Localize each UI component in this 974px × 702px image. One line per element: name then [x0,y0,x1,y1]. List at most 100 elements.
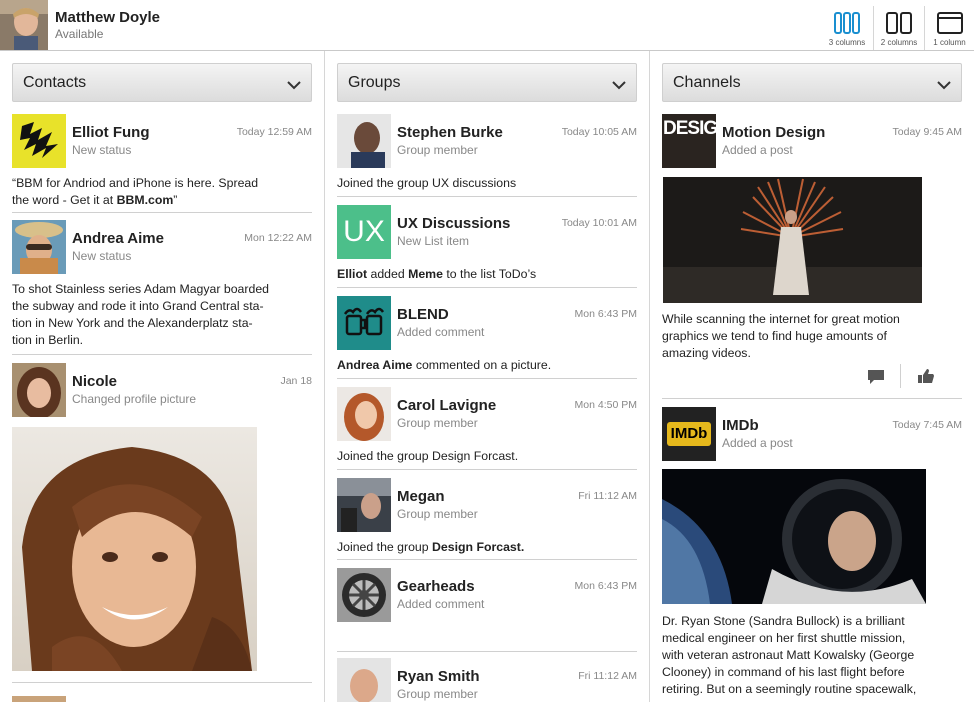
channel-subtitle: Added a post [722,436,793,450]
groups-header-dropdown[interactable]: Groups [337,63,637,102]
imdb-thumb: IMDb [662,407,716,461]
channel-item-imdb[interactable]: IMDb IMDb Added a post Today 7:45 AM Dr.… [662,407,962,702]
group-item-megan[interactable]: Megan Group member Fri 11:12 AM Joined t… [337,478,637,558]
group-link[interactable]: Design Forcast. [432,540,524,554]
group-item-ryan-smith[interactable]: Ryan Smith Group member Fri 11:12 AM [337,658,637,702]
status-text-part: ” [173,193,178,207]
member-subtitle: Group member [397,143,478,157]
activity-text: Elliot added Meme to the list ToDo’s [337,266,536,283]
group-item-ux-discussions[interactable]: UX UX Discussions New List item Today 10… [337,205,637,285]
group-name: UX Discussions [397,215,511,232]
status-text-part: the word - Get it at [12,193,117,207]
group-item-stephen-burke[interactable]: Stephen Burke Group member Today 10:05 A… [337,114,637,194]
divider [337,196,637,197]
contact-subtitle: Changed profile picture [72,392,197,406]
post-text: While scanning the internet for great mo… [662,311,900,362]
contact-name: Andrea Aime [72,230,164,247]
channel-item-motion-design[interactable]: DESIG Motion Design Added a post Today 9… [662,114,962,394]
view-1-column-button[interactable]: 1 column [925,0,974,50]
timestamp: Today 9:45 AM [892,126,962,138]
contact-item-andrea-aime[interactable]: Andrea Aime New status Mon 12:22 AM To s… [12,220,312,350]
channels-title: Channels [673,74,741,91]
timestamp: Today 12:59 AM [236,126,312,138]
activity-text: Andrea Aime commented on a picture. [337,357,551,374]
timestamp: Mon 4:50 PM [574,399,637,411]
post-line: medical engineer on her first shuttle mi… [662,631,906,645]
divider [337,469,637,470]
status-line: “BBM for Andriod and iPhone is here. Spr… [12,176,259,190]
status-line: the subway and rode it into Grand Centra… [12,299,264,313]
ux-discussions-thumb: UX [337,205,391,259]
post-image[interactable] [663,177,922,303]
carol-lavigne-avatar [337,387,391,441]
profile-picture[interactable] [12,427,257,671]
status-text: “BBM for Andriod and iPhone is here. Spr… [12,175,258,209]
post-image[interactable] [662,469,926,604]
status-line: tion in New York and the Alexanderplatz … [12,316,253,330]
timestamp: Today 10:01 AM [561,217,637,229]
post-line: retiring. But on a seemingly routine spa… [662,682,917,696]
groups-column: Groups Stephen Burke Group member Today … [337,51,637,702]
group-item-blend[interactable]: BLEND Added comment Mon 6:43 PM Andrea A… [337,296,637,376]
activity-text: Joined the group Design Forcast. [337,449,519,463]
contacts-column: Contacts Elliot Fung New status Today 12… [12,51,312,702]
megan-avatar [337,478,391,532]
member-name: Stephen Burke [397,124,503,141]
item-name[interactable]: Meme [408,267,443,281]
activity-text-part: commented on a picture. [412,358,552,372]
group-subtitle: Added comment [397,325,485,339]
divider [12,212,312,213]
timestamp: Fri 11:12 AM [578,490,637,502]
contact-subtitle: New status [72,143,132,157]
contacts-header-dropdown[interactable]: Contacts [12,63,312,102]
one-column-icon [936,12,963,39]
group-item-carol-lavigne[interactable]: Carol Lavigne Group member Mon 4:50 PM J… [337,387,637,467]
view-2-columns-button[interactable]: 2 columns [874,0,924,50]
member-subtitle: Group member [397,687,478,701]
post-line: Dr. Ryan Stone (Sandra Bullock) is a bri… [662,614,905,628]
elliot-fung-avatar [12,114,66,168]
stephen-burke-avatar [337,114,391,168]
post-line: While scanning the internet for great mo… [662,312,900,326]
three-columns-icon [834,12,860,39]
activity-text: Joined the group Design Forcast. [337,539,524,556]
bbm-link[interactable]: BBM.com [117,193,174,207]
divider [900,364,901,388]
view-2-columns-label: 2 columns [880,38,918,47]
gearheads-thumb [337,568,391,622]
user-avatar[interactable] [0,0,48,50]
user-status[interactable]: Available [55,27,103,41]
column-divider [649,51,650,702]
view-3-columns-button[interactable]: 3 columns [822,0,872,50]
contact-name: Elliot Fung [72,124,150,141]
chevron-down-icon [937,77,951,95]
blend-thumb [337,296,391,350]
actor-name[interactable]: Elliot [337,267,367,281]
activity-text: Joined the group UX discussions [337,176,517,190]
contact-item-nicole[interactable]: Nicole Changed profile picture Jan 18 [12,363,312,693]
thumb-text: DESIG [663,118,716,139]
groups-title: Groups [348,74,401,91]
chevron-down-icon [612,77,626,95]
group-item-gearheads[interactable]: Gearheads Added comment Mon 6:43 PM [337,568,637,648]
comment-icon[interactable] [867,369,885,390]
status-line: To shot Stainless series Adam Magyar boa… [12,282,270,296]
member-subtitle: Group member [397,416,478,430]
timestamp: Today 7:45 AM [892,419,962,431]
timestamp: Mon 6:43 PM [574,580,637,592]
actor-name[interactable]: Andrea Aime [337,358,412,372]
timestamp: Fri 11:12 AM [578,670,637,682]
status-line: tion in Berlin. [12,333,84,347]
channel-name: Motion Design [722,124,826,141]
view-1-column-label: 1 column [933,38,966,47]
contact-item-elliot-fung[interactable]: Elliot Fung New status Today 12:59 AM “B… [12,114,312,214]
channels-header-dropdown[interactable]: Channels [662,63,962,102]
activity-text-part: to the list ToDo’s [442,267,537,281]
nicole-avatar [12,363,66,417]
imdb-logo: IMDb [667,422,711,446]
channels-column: Channels DESIG Motion Design Added a pos… [662,51,962,702]
channel-name: IMDb [722,417,759,434]
post-line: Clooney) in command of his last flight b… [662,665,905,679]
two-columns-icon [886,12,912,39]
thumbs-up-icon[interactable] [917,368,935,389]
